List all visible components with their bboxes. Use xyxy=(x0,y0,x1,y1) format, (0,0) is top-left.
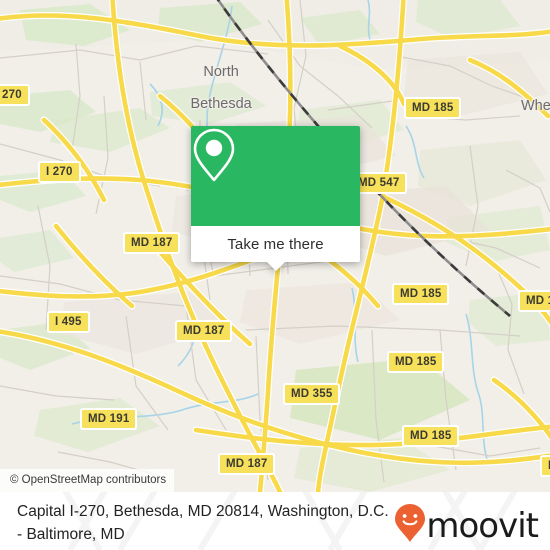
callout-icon-panel xyxy=(191,126,360,226)
road-shield: MD 191 xyxy=(80,408,138,430)
road-shield: MD 185 xyxy=(387,351,445,373)
road-shield: MD 355 xyxy=(283,383,341,405)
address-line-1: Capital I-270, Bethesda, MD 20814, Washi… xyxy=(17,503,389,520)
road-shield: MD 187 xyxy=(175,320,233,342)
map-canvas[interactable]: North Bethesda Whe 270 I 270 MD 187 I 49… xyxy=(0,0,550,492)
moovit-wordmark: moovit xyxy=(426,505,539,546)
address-line-2: - Baltimore, MD xyxy=(17,526,125,543)
road-shield: MD 187 xyxy=(123,232,181,254)
place-label-line1: North xyxy=(203,64,239,80)
take-me-there-label: Take me there xyxy=(227,235,324,253)
road-shield: M xyxy=(540,455,550,477)
road-shield: MD 185 xyxy=(404,97,462,119)
place-label-line2: Bethesda xyxy=(190,96,252,112)
callout-pointer xyxy=(266,262,285,271)
moovit-logo[interactable]: moovit xyxy=(395,504,539,547)
road-shield: MD 185 xyxy=(392,283,450,305)
address-text: Capital I-270, Bethesda, MD 20814, Washi… xyxy=(17,500,417,546)
take-me-there-callout[interactable]: Take me there xyxy=(191,126,360,271)
road-shield: I 270 xyxy=(38,161,81,183)
road-shield: MD 185 xyxy=(402,425,460,447)
callout-action-panel[interactable]: Take me there xyxy=(191,226,360,262)
osm-attribution[interactable]: © OpenStreetMap contributors xyxy=(0,469,175,492)
road-shield: 270 xyxy=(0,84,30,106)
map-screenshot: North Bethesda Whe 270 I 270 MD 187 I 49… xyxy=(0,0,550,550)
moovit-pin-smiley-icon xyxy=(395,504,426,547)
road-shield: MD 19 xyxy=(518,290,550,312)
place-label-wheaton: Whe xyxy=(521,98,550,114)
footer-bar: Capital I-270, Bethesda, MD 20814, Washi… xyxy=(0,492,550,550)
road-shield: MD 187 xyxy=(218,453,276,475)
place-label-north-bethesda: North Bethesda xyxy=(164,48,254,128)
road-shield: I 495 xyxy=(47,311,90,333)
